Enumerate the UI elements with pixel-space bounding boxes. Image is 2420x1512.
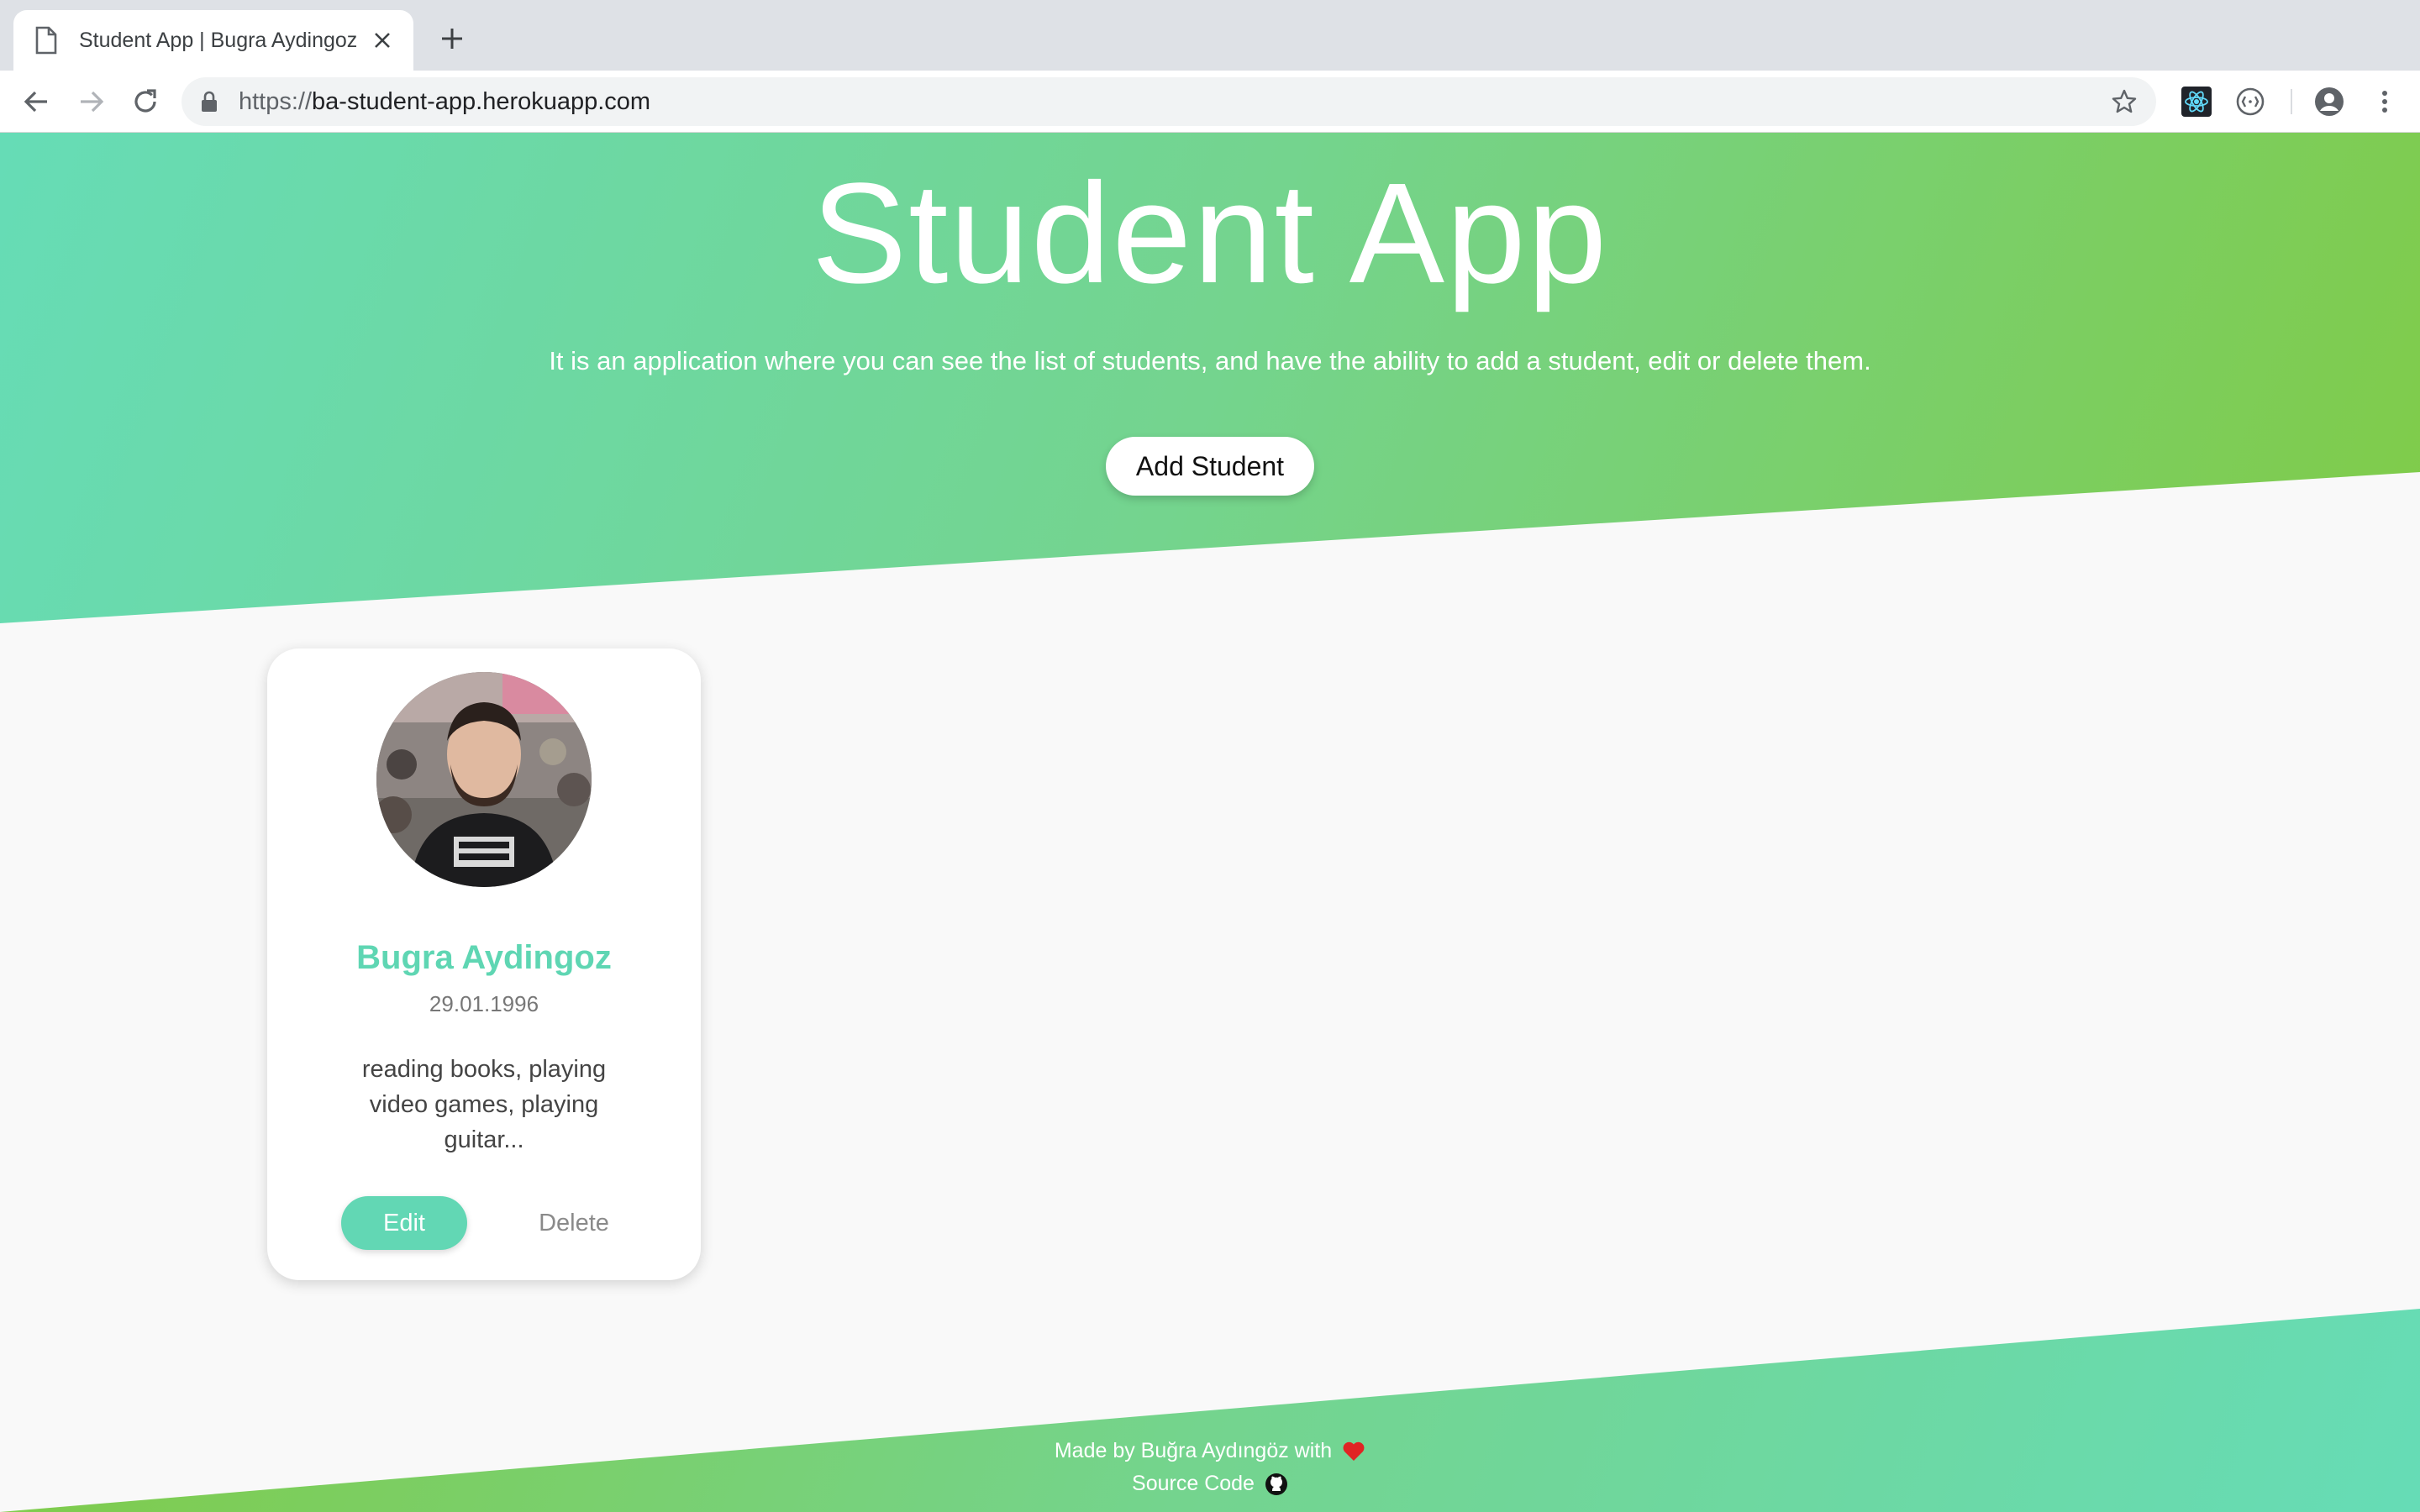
browser-toolbar: https://ba-student-app.herokuapp.com bbox=[0, 71, 2420, 133]
browser-tab-strip: Student App | Bugra Aydingoz bbox=[0, 0, 2420, 71]
page-viewport: Student App It is an application where y… bbox=[0, 133, 2420, 1512]
delete-button[interactable]: Delete bbox=[511, 1196, 637, 1250]
student-birth-date: 29.01.1996 bbox=[429, 991, 539, 1016]
source-code-link[interactable]: Source Code bbox=[1132, 1472, 1255, 1495]
page-description: It is an application where you can see t… bbox=[549, 346, 1871, 375]
student-card: Bugra Aydingoz 29.01.1996 reading books,… bbox=[267, 648, 701, 1280]
toolbar-separator bbox=[2291, 89, 2292, 114]
url-text: https://ba-student-app.herokuapp.com bbox=[239, 88, 650, 116]
back-icon[interactable] bbox=[20, 86, 52, 118]
student-name: Bugra Aydingoz bbox=[356, 939, 612, 976]
document-icon bbox=[35, 26, 57, 55]
student-avatar bbox=[376, 672, 592, 887]
github-icon[interactable] bbox=[1265, 1473, 1288, 1496]
url-scheme: https:// bbox=[239, 88, 313, 115]
star-icon[interactable] bbox=[2111, 88, 2138, 115]
edit-button[interactable]: Edit bbox=[341, 1196, 467, 1250]
plus-icon[interactable] bbox=[437, 24, 467, 54]
footer-source: Source Code bbox=[0, 1472, 2420, 1496]
forward-icon[interactable] bbox=[76, 86, 108, 118]
footer-made-by: Made by Buğra Aydıngöz with bbox=[1054, 1439, 1333, 1462]
extension-icon[interactable] bbox=[2235, 87, 2265, 117]
react-devtools-icon[interactable] bbox=[2181, 87, 2212, 117]
heart-icon bbox=[1343, 1442, 1365, 1462]
close-icon[interactable] bbox=[371, 29, 393, 51]
url-host: ba-student-app.herokuapp.com bbox=[312, 88, 651, 115]
add-student-button[interactable]: Add Student bbox=[1106, 437, 1314, 496]
address-bar[interactable]: https://ba-student-app.herokuapp.com bbox=[182, 77, 2156, 126]
footer-credit: Made by Buğra Aydıngöz with bbox=[0, 1439, 2420, 1463]
tab-title: Student App | Bugra Aydingoz bbox=[79, 28, 358, 52]
student-hobbies: reading books, playing video games, play… bbox=[361, 1056, 607, 1153]
browser-tab[interactable]: Student App | Bugra Aydingoz bbox=[13, 10, 413, 71]
menu-icon[interactable] bbox=[2370, 87, 2400, 117]
page-title: Student App bbox=[811, 154, 1609, 313]
reload-icon[interactable] bbox=[129, 86, 161, 118]
account-icon[interactable] bbox=[2314, 87, 2344, 117]
lock-icon bbox=[202, 91, 217, 112]
